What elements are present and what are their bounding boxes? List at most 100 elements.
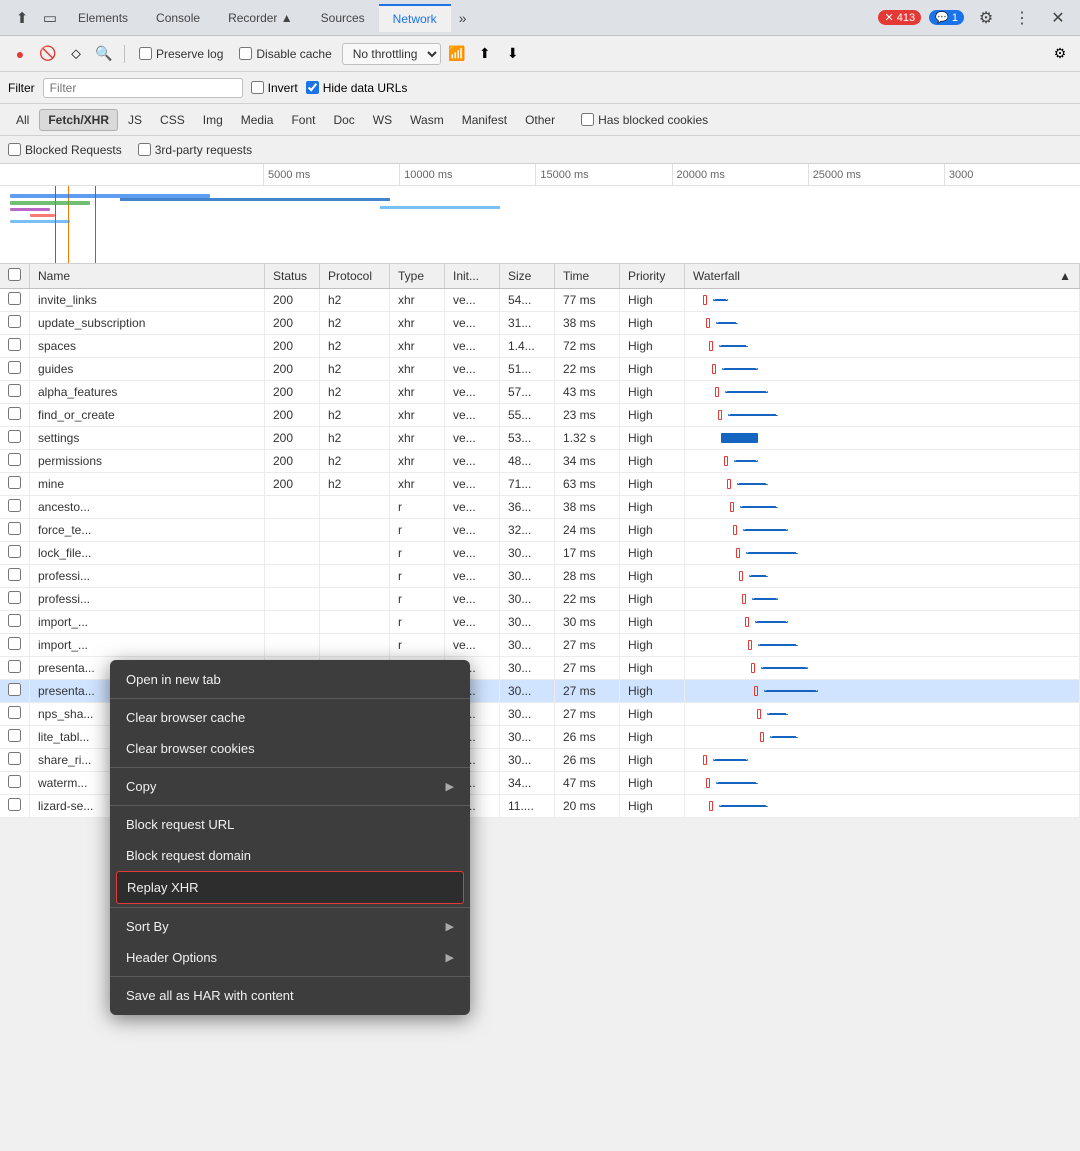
type-btn-media[interactable]: Media — [233, 110, 282, 130]
row-name[interactable]: mine — [30, 473, 265, 496]
row-checkbox[interactable] — [8, 430, 21, 443]
row-checkbox-cell[interactable] — [0, 335, 30, 358]
row-checkbox-cell[interactable] — [0, 726, 30, 749]
row-checkbox[interactable] — [8, 545, 21, 558]
row-name[interactable]: invite_links — [30, 289, 265, 312]
row-name[interactable]: lock_file... — [30, 542, 265, 565]
row-name[interactable]: professi... — [30, 588, 265, 611]
type-btn-wasm[interactable]: Wasm — [402, 110, 452, 130]
row-checkbox-cell[interactable] — [0, 703, 30, 726]
context-menu-item-block-request-url[interactable]: Block request URL — [110, 809, 470, 840]
row-checkbox[interactable] — [8, 499, 21, 512]
more-options-icon[interactable]: ⋮ — [1008, 4, 1036, 32]
row-name[interactable]: import_... — [30, 634, 265, 657]
settings-icon[interactable]: ⚙ — [972, 4, 1000, 32]
settings-gear-icon[interactable]: ⚙ — [1048, 42, 1072, 66]
row-checkbox[interactable] — [8, 591, 21, 604]
context-menu-item-copy[interactable]: Copy▶ — [110, 771, 470, 802]
row-name[interactable]: spaces — [30, 335, 265, 358]
th-priority[interactable]: Priority — [620, 264, 685, 289]
table-row[interactable]: mine 200 h2 xhr ve... 71... 63 ms High — [0, 473, 1080, 496]
preserve-log-checkbox[interactable] — [139, 47, 152, 60]
table-row[interactable]: import_... r ve... 30... 27 ms High — [0, 634, 1080, 657]
row-name[interactable]: settings — [30, 427, 265, 450]
disable-cache-label[interactable]: Disable cache — [233, 47, 337, 61]
row-checkbox[interactable] — [8, 568, 21, 581]
table-row[interactable]: update_subscription 200 h2 xhr ve... 31.… — [0, 312, 1080, 335]
row-checkbox[interactable] — [8, 292, 21, 305]
tab-recorder[interactable]: Recorder ▲ — [214, 5, 307, 31]
row-name[interactable]: ancesto... — [30, 496, 265, 519]
export-icon[interactable]: ⬇ — [501, 42, 525, 66]
record-button[interactable]: ● — [8, 42, 32, 66]
close-devtools-button[interactable]: ✕ — [1044, 4, 1072, 32]
row-checkbox[interactable] — [8, 338, 21, 351]
type-btn-all[interactable]: All — [8, 110, 37, 130]
table-row[interactable]: guides 200 h2 xhr ve... 51... 22 ms High — [0, 358, 1080, 381]
row-checkbox-cell[interactable] — [0, 473, 30, 496]
invert-label[interactable]: Invert — [251, 81, 298, 95]
row-checkbox-cell[interactable] — [0, 312, 30, 335]
type-btn-font[interactable]: Font — [283, 110, 323, 130]
row-checkbox-cell[interactable] — [0, 565, 30, 588]
has-blocked-cookies-checkbox[interactable] — [581, 113, 594, 126]
row-checkbox[interactable] — [8, 315, 21, 328]
network-conditions-icon[interactable]: 📶 — [445, 42, 469, 66]
throttle-select[interactable]: No throttling — [342, 43, 441, 65]
row-checkbox[interactable] — [8, 614, 21, 627]
row-checkbox-cell[interactable] — [0, 611, 30, 634]
row-checkbox-cell[interactable] — [0, 519, 30, 542]
mobile-icon[interactable]: ▭ — [36, 4, 64, 32]
type-btn-manifest[interactable]: Manifest — [454, 110, 515, 130]
row-checkbox-cell[interactable] — [0, 289, 30, 312]
th-name[interactable]: Name — [30, 264, 265, 289]
row-checkbox[interactable] — [8, 729, 21, 742]
th-size[interactable]: Size — [500, 264, 555, 289]
row-checkbox[interactable] — [8, 407, 21, 420]
th-time[interactable]: Time — [555, 264, 620, 289]
import-icon[interactable]: ⬆ — [473, 42, 497, 66]
row-name[interactable]: find_or_create — [30, 404, 265, 427]
row-checkbox[interactable] — [8, 660, 21, 673]
row-checkbox[interactable] — [8, 453, 21, 466]
table-row[interactable]: professi... r ve... 30... 22 ms High — [0, 588, 1080, 611]
more-tabs-button[interactable]: » — [451, 6, 475, 30]
row-checkbox-cell[interactable] — [0, 542, 30, 565]
tab-network[interactable]: Network — [379, 4, 451, 32]
table-row[interactable]: alpha_features 200 h2 xhr ve... 57... 43… — [0, 381, 1080, 404]
context-menu-replay-xhr[interactable]: Replay XHR — [116, 871, 464, 904]
row-name[interactable]: permissions — [30, 450, 265, 473]
row-checkbox[interactable] — [8, 476, 21, 489]
row-checkbox-cell[interactable] — [0, 496, 30, 519]
row-checkbox-cell[interactable] — [0, 427, 30, 450]
table-row[interactable]: invite_links 200 h2 xhr ve... 54... 77 m… — [0, 289, 1080, 312]
th-status[interactable]: Status — [265, 264, 320, 289]
clear-button[interactable]: 🚫 — [36, 42, 60, 66]
tab-sources[interactable]: Sources — [307, 5, 379, 31]
tab-elements[interactable]: Elements — [64, 5, 142, 31]
third-party-label[interactable]: 3rd-party requests — [138, 143, 252, 157]
row-checkbox-cell[interactable] — [0, 795, 30, 818]
disable-cache-checkbox[interactable] — [239, 47, 252, 60]
context-menu-item-block-request-domain[interactable]: Block request domain — [110, 840, 470, 871]
type-btn-fetch-xhr[interactable]: Fetch/XHR — [39, 109, 118, 131]
row-checkbox-cell[interactable] — [0, 772, 30, 795]
row-name[interactable]: alpha_features — [30, 381, 265, 404]
table-row[interactable]: force_te... r ve... 32... 24 ms High — [0, 519, 1080, 542]
th-protocol[interactable]: Protocol — [320, 264, 390, 289]
type-btn-css[interactable]: CSS — [152, 110, 193, 130]
tab-console[interactable]: Console — [142, 5, 214, 31]
context-menu-item-sort-by[interactable]: Sort By▶ — [110, 911, 470, 942]
row-checkbox-cell[interactable] — [0, 657, 30, 680]
row-name[interactable]: guides — [30, 358, 265, 381]
search-button[interactable]: 🔍 — [92, 42, 116, 66]
row-checkbox[interactable] — [8, 384, 21, 397]
th-initiator[interactable]: Init... — [445, 264, 500, 289]
row-checkbox-cell[interactable] — [0, 404, 30, 427]
table-row[interactable]: professi... r ve... 30... 28 ms High — [0, 565, 1080, 588]
hide-data-urls-checkbox[interactable] — [306, 81, 319, 94]
row-checkbox[interactable] — [8, 361, 21, 374]
type-btn-img[interactable]: Img — [195, 110, 231, 130]
filter-icon[interactable]: ⬦ — [64, 42, 88, 66]
third-party-checkbox[interactable] — [138, 143, 151, 156]
